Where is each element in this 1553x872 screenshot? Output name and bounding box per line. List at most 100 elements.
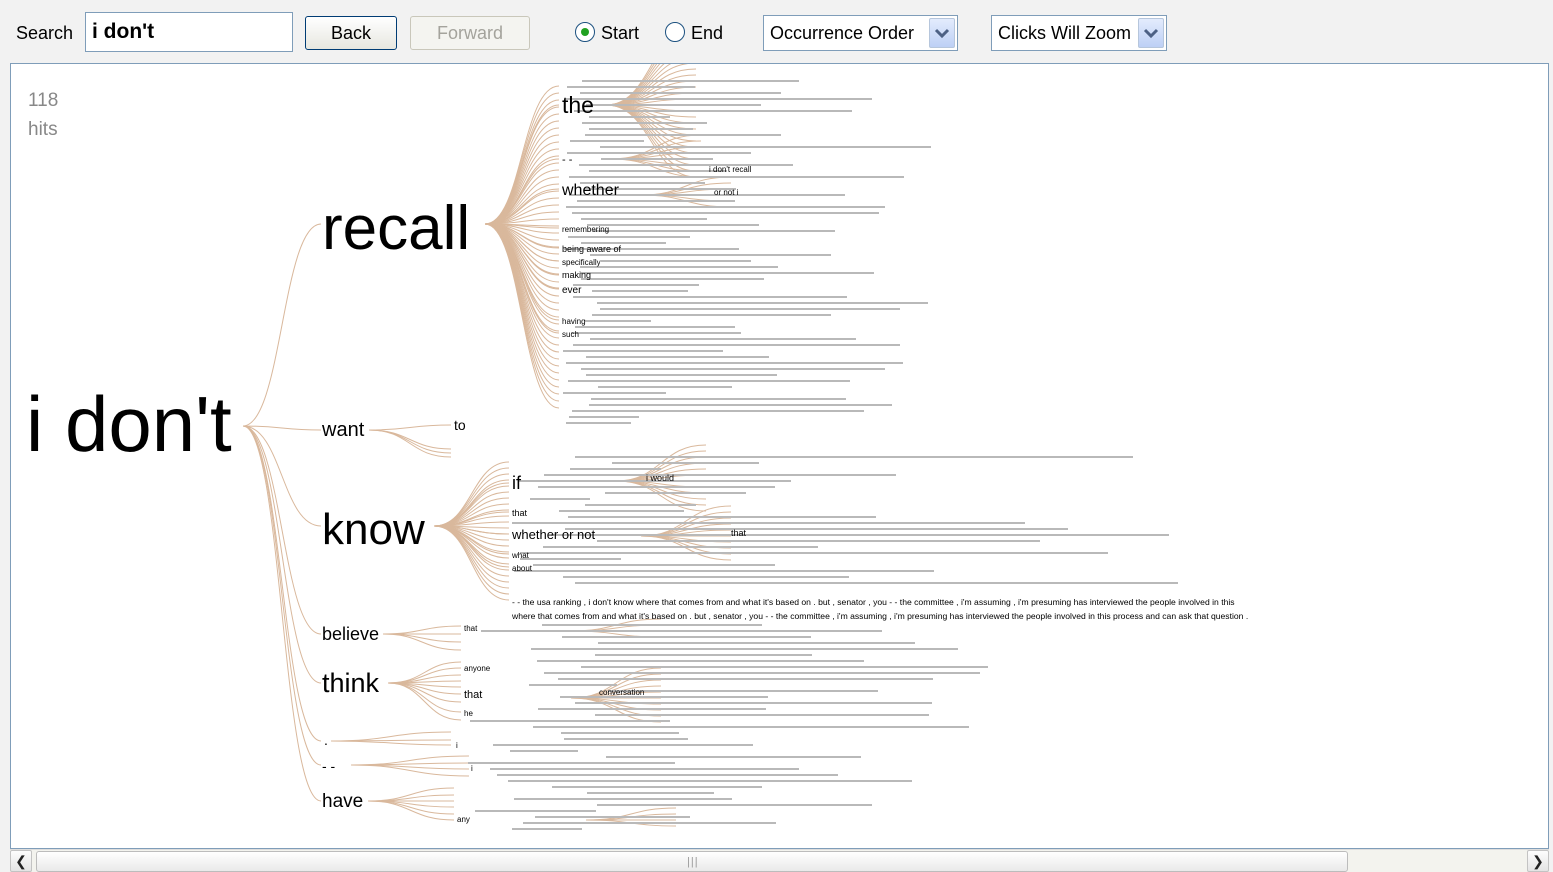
tree-link — [387, 682, 462, 703]
minor-leaf — [570, 140, 644, 142]
minor-leaf — [572, 212, 879, 214]
tree-root[interactable]: i don't — [26, 380, 232, 468]
tree-node-period-i[interactable]: i — [456, 741, 458, 750]
tree-link — [242, 223, 322, 427]
minor-leaf — [600, 146, 931, 148]
tree-node-recall-dash-idontrecall[interactable]: i don't recall — [709, 165, 752, 174]
minor-leaf — [589, 116, 670, 118]
minor-leaf — [571, 332, 741, 334]
tree-node-recall-being[interactable]: being aware of — [562, 244, 622, 254]
tree-link — [242, 425, 322, 802]
grip-icon: ||| — [687, 856, 699, 868]
tree-node-believe[interactable]: believe — [322, 624, 379, 644]
order-select[interactable]: Occurrence Order — [763, 15, 958, 51]
minor-leaf — [574, 110, 852, 112]
tree-node-know[interactable]: know — [322, 505, 425, 554]
tree-node-dash-i[interactable]: i — [471, 764, 473, 773]
tree-node-want-to[interactable]: to — [454, 417, 466, 433]
tree-node-think[interactable]: think — [322, 668, 380, 698]
tree-link — [484, 127, 560, 225]
tree-node-know-what[interactable]: what — [511, 551, 530, 560]
minor-leaf — [533, 726, 969, 728]
zoom-select[interactable]: Clicks Will Zoom — [991, 15, 1167, 51]
tree-node-recall-having[interactable]: having — [562, 317, 586, 326]
minor-leaf — [481, 630, 882, 632]
radio-end[interactable] — [665, 22, 685, 42]
search-label: Search — [16, 23, 74, 43]
tree-node-recall-such[interactable]: such — [562, 330, 579, 339]
minor-leaf — [582, 80, 799, 82]
minor-leaf — [593, 230, 835, 232]
tree-node-know-whether[interactable]: whether or not — [511, 527, 595, 542]
chevron-down-icon[interactable] — [929, 18, 955, 48]
minor-leaf — [585, 134, 781, 136]
minor-leaf — [608, 690, 878, 692]
minor-leaf — [597, 302, 928, 304]
tree-link — [368, 429, 452, 454]
tree-node-recall-ever[interactable]: ever — [562, 285, 582, 296]
tree-node-recall-the[interactable]: the — [562, 92, 594, 118]
radio-end-label[interactable]: End — [691, 23, 723, 44]
scrollbar-thumb[interactable]: ||| — [36, 851, 1348, 872]
tree-node-recall-specifically[interactable]: specifically — [562, 258, 601, 267]
tree-node-recall-whether-ornot[interactable]: or not i — [714, 188, 739, 197]
tree-node-know-if-iwould[interactable]: i would — [646, 473, 674, 483]
minor-leaf — [586, 104, 761, 106]
minor-leaf — [531, 648, 958, 650]
minor-leaf — [529, 684, 617, 686]
back-button[interactable]: Back — [305, 16, 397, 50]
minor-leaf — [595, 714, 929, 716]
tree-node-recall-dash[interactable]: - - — [562, 154, 573, 166]
minor-leaf — [586, 374, 777, 376]
tree-node-know-that[interactable]: that — [512, 508, 528, 518]
tree-node-recall[interactable]: recall — [322, 194, 470, 263]
tree-node-think-he[interactable]: he — [464, 709, 473, 718]
minor-leaf — [580, 266, 778, 268]
tree-node-think-that[interactable]: that — [464, 689, 482, 701]
minor-leaf — [592, 314, 831, 316]
tree-link — [368, 424, 452, 431]
word-tree[interactable]: i don't recall want know believe think .… — [11, 64, 1548, 848]
tree-node-recall-making[interactable]: making — [562, 270, 591, 280]
minor-leaf — [530, 498, 590, 500]
tree-node-know-whether-that[interactable]: that — [731, 528, 747, 538]
tree-node-recall-whether[interactable]: whether — [561, 182, 620, 199]
radio-start[interactable] — [575, 22, 595, 42]
minor-leaf — [598, 642, 915, 644]
word-tree-panel[interactable]: 118 hits i don't recall want know believ… — [10, 63, 1549, 849]
tree-node-period[interactable]: . — [324, 732, 328, 748]
tree-node-want[interactable]: want — [321, 419, 365, 441]
search-input[interactable] — [85, 12, 293, 52]
minor-leaf — [563, 392, 666, 394]
tree-node-have[interactable]: have — [322, 791, 363, 812]
minor-leaf — [470, 720, 670, 722]
tree-node-have-any[interactable]: any — [457, 815, 470, 824]
tree-node-dash[interactable]: - - — [322, 758, 336, 774]
tree-long-phrase-1[interactable]: - - the usa ranking , i don't know where… — [512, 597, 1235, 607]
tree-long-phrase-2[interactable]: where that comes from and what it's base… — [511, 611, 1248, 621]
tree-node-recall-remembering[interactable]: remembering — [562, 225, 609, 234]
minor-leaf — [560, 696, 768, 698]
tree-node-believe-that[interactable]: that — [464, 624, 478, 633]
minor-leaf — [586, 356, 769, 358]
minor-leaf — [563, 350, 723, 352]
scroll-left-icon[interactable]: ❮ — [10, 850, 32, 872]
tree-node-know-about[interactable]: about — [512, 564, 533, 573]
minor-leaf — [535, 816, 690, 818]
chevron-down-icon[interactable] — [1138, 18, 1164, 48]
minor-leaf — [590, 338, 856, 340]
radio-start-label[interactable]: Start — [601, 23, 639, 44]
scroll-right-icon[interactable]: ❯ — [1527, 850, 1549, 872]
forward-button[interactable]: Forward — [410, 16, 530, 50]
horizontal-scrollbar[interactable]: ❮ ||| ❯ — [10, 849, 1549, 872]
tree-link — [242, 425, 322, 742]
minor-leaf — [468, 762, 675, 764]
tree-node-think-that-conversation[interactable]: conversation — [599, 688, 644, 697]
minor-leaf — [514, 798, 732, 800]
tree-node-think-anyone[interactable]: anyone — [464, 664, 491, 673]
tree-link — [433, 485, 510, 527]
tree-node-know-if[interactable]: if — [512, 473, 522, 493]
minor-leaf — [538, 486, 775, 488]
tree-link — [387, 661, 462, 684]
minor-leaf — [575, 702, 932, 704]
